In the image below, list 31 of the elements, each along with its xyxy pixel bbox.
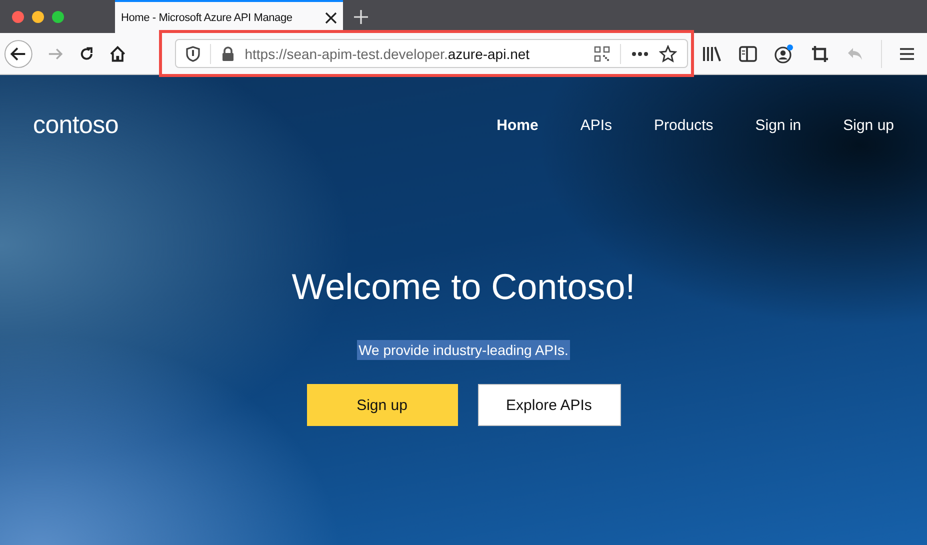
sidebar-icon[interactable] [739, 46, 757, 62]
minimize-window-icon[interactable] [32, 10, 44, 22]
qr-code-icon[interactable] [594, 46, 610, 62]
shield-icon[interactable] [186, 46, 200, 62]
back-icon[interactable] [4, 38, 33, 68]
nav-link[interactable]: Products [654, 117, 714, 134]
browser-tab[interactable]: Home - Microsoft Azure API Manage [115, 0, 343, 33]
logo[interactable]: contoso [33, 111, 118, 140]
url-text: https://sean-apim-test.developer.azure-api.net [244, 46, 530, 62]
more-icon[interactable] [630, 50, 649, 56]
menu-icon[interactable] [899, 46, 915, 60]
maximize-window-icon[interactable] [52, 10, 64, 22]
sign-up-button[interactable]: Sign up [306, 384, 458, 426]
tagline: We provide industry-leading APIs. [356, 340, 570, 360]
close-icon[interactable] [325, 12, 337, 24]
new-tab-icon[interactable] [353, 8, 369, 24]
star-icon[interactable] [658, 44, 677, 62]
crop-icon[interactable] [811, 44, 829, 62]
lock-icon [220, 46, 235, 62]
nav-link[interactable]: APIs [580, 117, 612, 134]
explore-button[interactable]: Explore APIs [478, 384, 620, 426]
home-icon[interactable] [109, 44, 127, 62]
account-icon[interactable] [774, 44, 794, 64]
nav-link[interactable]: Sign in [755, 117, 802, 134]
hero-title: Welcome to Contoso! [292, 266, 636, 308]
close-window-icon[interactable] [12, 10, 24, 22]
address-bar[interactable]: https://sean-apim-test.developer.azure-api.net [174, 39, 688, 68]
nav-link[interactable]: Home [496, 117, 538, 134]
library-icon[interactable] [702, 44, 722, 62]
nav-link[interactable]: Sign up [843, 117, 894, 134]
reload-icon[interactable] [78, 44, 96, 62]
